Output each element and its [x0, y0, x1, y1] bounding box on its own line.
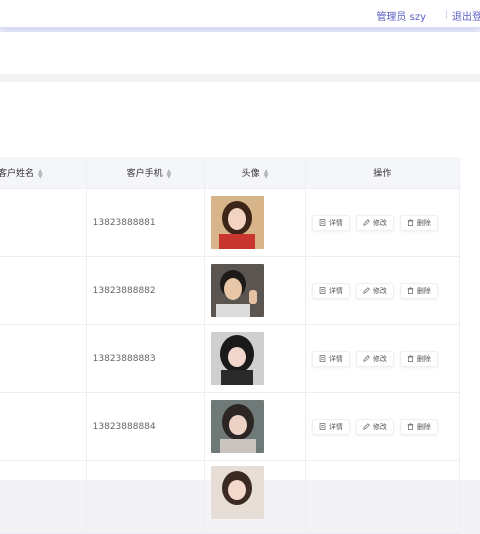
column-label-avatar: 头像: [241, 169, 260, 179]
phone-text: [87, 492, 93, 502]
table-row: 13823888883 详情 修改 删除: [0, 324, 461, 393]
edit-label: 修改: [372, 286, 387, 295]
cell-name: [0, 188, 87, 257]
trash-icon: [407, 219, 414, 226]
phone-text: 13823888882: [92, 285, 156, 296]
document-icon: [319, 355, 326, 362]
phone-text: 13823888883: [92, 353, 156, 364]
detail-button[interactable]: 详情: [311, 282, 350, 299]
customer-table: 客户姓名▲▼ 客户手机▲▼ 头像▲▼ 操作 13823888881: [0, 157, 461, 534]
document-icon: [319, 287, 326, 294]
edit-button[interactable]: 修改: [355, 350, 394, 367]
edit-label: 修改: [372, 354, 387, 363]
cell-avatar: [204, 324, 306, 393]
cell-ops: 详情 修改 删除: [305, 256, 461, 325]
cell-phone: 13823888884: [86, 392, 206, 461]
sort-icon[interactable]: ▲ ▼: [38, 168, 43, 179]
cell-phone: [86, 460, 206, 534]
cell-name: [0, 256, 87, 325]
cell-ops: 详情 修改 删除: [305, 188, 461, 257]
detail-button[interactable]: 详情: [311, 350, 350, 367]
phone-text: 13823888881: [92, 217, 156, 228]
column-header-avatar[interactable]: 头像 ▲ ▼: [204, 157, 306, 189]
trash-icon: [407, 423, 414, 430]
delete-button[interactable]: 删除: [399, 418, 438, 435]
logout-link[interactable]: 退出登录: [452, 8, 480, 23]
avatar: [211, 264, 265, 317]
cell-name: [0, 392, 87, 461]
avatar: [211, 196, 265, 249]
delete-button[interactable]: 删除: [399, 214, 438, 231]
table-header-row: 客户姓名 ▲ ▼ 客户手机 ▲ ▼ 头像 ▲ ▼ 操作: [0, 157, 461, 189]
sort-icon[interactable]: ▲ ▼: [167, 168, 172, 179]
column-header-name[interactable]: 客户姓名 ▲ ▼: [0, 157, 87, 189]
delete-label: 删除: [416, 218, 431, 227]
avatar: [211, 466, 265, 519]
pencil-icon: [362, 355, 370, 362]
column-header-phone[interactable]: 客户手机 ▲ ▼: [86, 157, 206, 189]
cell-avatar: [204, 392, 306, 461]
edit-button[interactable]: 修改: [355, 214, 394, 231]
detail-label: 详情: [328, 354, 343, 363]
sort-icon[interactable]: ▲ ▼: [264, 168, 269, 179]
document-icon: [319, 219, 326, 226]
cell-ops: [305, 460, 461, 534]
cell-ops: 详情 修改 删除: [305, 324, 461, 393]
current-user: 管理员 szy: [376, 12, 426, 23]
column-label-phone: 客户手机: [126, 169, 163, 179]
detail-label: 详情: [328, 218, 343, 227]
table-row: 13823888882 详情 修改 删除: [0, 256, 461, 325]
avatar: [211, 332, 265, 385]
table-row: 13823888881 详情 修改 删除: [0, 188, 461, 257]
avatar: [211, 400, 265, 453]
cell-ops: 详情 修改 删除: [305, 392, 461, 461]
delete-label: 删除: [416, 286, 431, 295]
column-header-ops: 操作: [305, 157, 461, 189]
cell-avatar: [204, 188, 306, 257]
table-row: 13823888884 详情 修改 删除: [0, 392, 461, 461]
phone-text: 13823888884: [92, 421, 156, 432]
cell-phone: 13823888881: [86, 188, 206, 257]
detail-label: 详情: [328, 422, 343, 431]
filter-panel: [0, 32, 480, 74]
document-icon: [319, 423, 326, 430]
trash-icon: [407, 355, 414, 362]
delete-button[interactable]: 删除: [399, 350, 438, 367]
delete-button[interactable]: 删除: [399, 282, 438, 299]
edit-label: 修改: [372, 422, 387, 431]
detail-button[interactable]: 详情: [311, 418, 350, 435]
cell-phone: 13823888883: [86, 324, 206, 393]
column-label-name: 客户姓名: [0, 169, 35, 179]
pencil-icon: [362, 219, 370, 226]
delete-label: 删除: [416, 422, 431, 431]
detail-label: 详情: [328, 286, 343, 295]
pencil-icon: [362, 423, 370, 430]
top-bar: 管理员 szy 退出登录: [0, 0, 480, 29]
cell-avatar: [204, 256, 306, 325]
column-label-ops: 操作: [373, 169, 392, 179]
divider: [446, 10, 447, 19]
edit-label: 修改: [372, 218, 387, 227]
edit-button[interactable]: 修改: [355, 282, 394, 299]
edit-button[interactable]: 修改: [355, 418, 394, 435]
cell-phone: 13823888882: [86, 256, 206, 325]
trash-icon: [407, 287, 414, 294]
cell-name: [0, 324, 87, 393]
pencil-icon: [362, 287, 370, 294]
table-row: [0, 460, 461, 534]
delete-label: 删除: [416, 354, 431, 363]
detail-button[interactable]: 详情: [311, 214, 350, 231]
cell-name: [0, 460, 87, 534]
cell-avatar: [204, 460, 306, 534]
